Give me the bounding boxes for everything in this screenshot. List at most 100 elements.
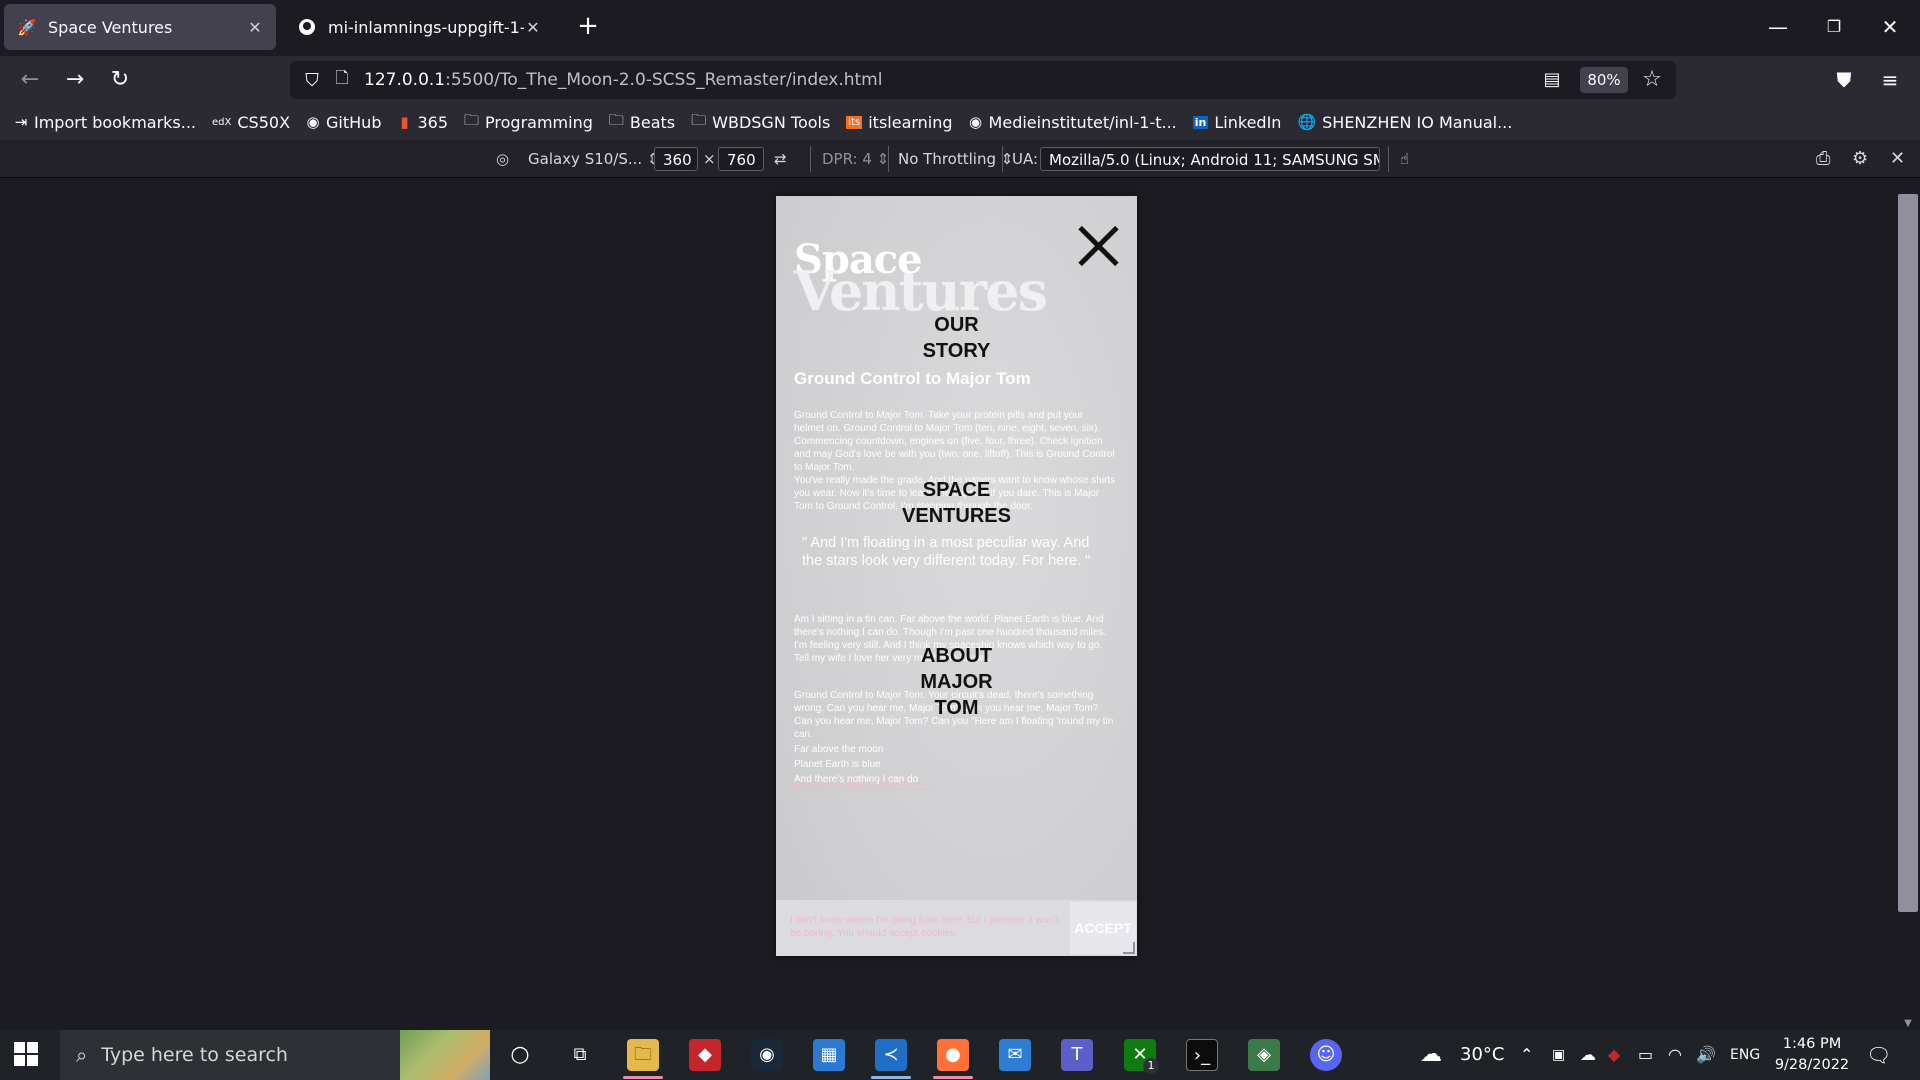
task-view-icon[interactable]: ⧉ bbox=[564, 1039, 596, 1071]
bookmark-programming[interactable]: 🗀 Programming bbox=[464, 110, 593, 135]
bookmark-medieinstitutet[interactable]: ◉ Medieinstitutet/inl-1-t... bbox=[969, 113, 1177, 132]
app-icon-red[interactable]: ◆ bbox=[689, 1039, 721, 1071]
bookmark-365[interactable]: ▮ 365 bbox=[397, 113, 448, 132]
bookmark-star-icon[interactable]: ☆ bbox=[1638, 66, 1666, 94]
onedrive-icon[interactable]: ☁ bbox=[1580, 1030, 1596, 1080]
nav-label: MAJOR bbox=[920, 671, 993, 693]
bookmark-itslearning[interactable]: its itslearning bbox=[846, 113, 953, 132]
show-hidden-icons-icon[interactable]: ⌃ bbox=[1520, 1030, 1533, 1080]
rotate-viewport-icon[interactable]: ⇄ bbox=[774, 147, 787, 171]
throttling-selector[interactable]: No Throttling ⇕ bbox=[898, 147, 1013, 171]
bookmark-github[interactable]: ◉ GitHub bbox=[306, 113, 381, 132]
weather-temperature[interactable]: 30°C bbox=[1460, 1030, 1504, 1080]
menu-icon[interactable]: ≡ bbox=[1874, 64, 1906, 96]
dpr-selector[interactable]: DPR: 4 ⇕ bbox=[822, 147, 889, 171]
firefox-icon[interactable]: ● bbox=[937, 1039, 969, 1071]
page-icon[interactable]: 🗋 bbox=[328, 67, 356, 94]
tab-space-ventures[interactable]: 🚀 Space Ventures ✕ bbox=[4, 4, 276, 50]
tab-title: mi-inlamnings-uppgift-1-Major bbox=[328, 17, 524, 37]
clock[interactable]: 1:46 PM 9/28/2022 bbox=[1774, 1034, 1850, 1076]
reader-view-icon[interactable]: ▤ bbox=[1538, 66, 1566, 94]
bookmark-label: WBDSGN Tools bbox=[712, 112, 831, 132]
screenshot-icon[interactable]: ⎙ bbox=[1816, 147, 1830, 171]
linkedin-icon: in bbox=[1192, 115, 1209, 129]
bookmark-wbdsgn-tools[interactable]: 🗀 WBDSGN Tools bbox=[691, 110, 830, 135]
bookmark-import[interactable]: ⇥ Import bookmarks... bbox=[14, 113, 196, 132]
viewport-height-input[interactable]: 760 bbox=[718, 147, 764, 171]
vertical-scrollbar[interactable]: ▼ bbox=[1898, 186, 1920, 1029]
steam-icon[interactable]: ◉ bbox=[751, 1039, 783, 1071]
bookmark-label: Beats bbox=[629, 112, 676, 132]
address-bar[interactable]: ⛉ 🗋 127.0.0.1:5500/To_The_Moon-2.0-SCSS_… bbox=[290, 61, 1676, 99]
zoom-level[interactable]: 80% bbox=[1580, 67, 1628, 93]
mail-icon[interactable]: ✉ bbox=[999, 1039, 1031, 1071]
nav-label: ABOUT bbox=[920, 645, 993, 667]
forward-button[interactable]: → bbox=[59, 64, 91, 96]
device-selector[interactable]: Galaxy S10/S... ⇕ bbox=[528, 147, 660, 171]
bookmark-label: SHENZHEN IO Manual... bbox=[1322, 112, 1513, 132]
folder-icon: 🗀 bbox=[464, 110, 480, 129]
reload-button[interactable]: ↻ bbox=[104, 64, 136, 96]
wifi-icon[interactable]: ◠ bbox=[1668, 1030, 1682, 1080]
close-menu-icon[interactable] bbox=[1076, 224, 1120, 268]
restore-icon[interactable]: ❐ bbox=[1814, 10, 1854, 44]
windows-start-icon[interactable] bbox=[14, 1042, 38, 1066]
tray-app-icon[interactable]: ◆ bbox=[1608, 1030, 1620, 1080]
paragraph-1: Ground Control to Major Tom. Take your p… bbox=[794, 410, 1115, 473]
read-more-link[interactable]: Read more about Major Tom → bbox=[794, 780, 933, 791]
minimize-icon[interactable]: — bbox=[1758, 10, 1798, 44]
page-heading: Ground Control to Major Tom bbox=[794, 369, 1031, 388]
pocket-icon[interactable]: ⛊ bbox=[1828, 64, 1860, 96]
dpr-value: DPR: 4 bbox=[822, 150, 872, 168]
battery-icon[interactable]: ▭ bbox=[1638, 1030, 1653, 1080]
url-text[interactable]: 127.0.0.1:5500/To_The_Moon-2.0-SCSS_Rema… bbox=[364, 70, 882, 90]
scroll-down-icon[interactable]: ▼ bbox=[1898, 1018, 1918, 1029]
settings-icon[interactable]: ⚙ bbox=[1852, 147, 1868, 171]
terminal-icon[interactable]: ›_ bbox=[1186, 1039, 1218, 1071]
scrollbar-thumb[interactable] bbox=[1898, 194, 1918, 912]
microsoft-store-icon[interactable]: ▦ bbox=[813, 1039, 845, 1071]
file-explorer-icon[interactable]: 🗀 bbox=[627, 1039, 659, 1071]
back-button[interactable]: ← bbox=[14, 64, 46, 96]
nav-about-major-tom[interactable]: ABOUT MAJOR TOM bbox=[776, 643, 1137, 721]
bookmark-beats[interactable]: 🗀 Beats bbox=[609, 110, 675, 135]
bookmark-label: Import bookmarks... bbox=[34, 112, 197, 132]
close-rdm-icon[interactable]: ✕ bbox=[1890, 147, 1905, 171]
folder-icon: 🗀 bbox=[691, 110, 707, 129]
teams-icon[interactable]: T bbox=[1061, 1039, 1093, 1071]
close-tab-icon[interactable]: ✕ bbox=[524, 18, 542, 37]
close-tab-icon[interactable]: ✕ bbox=[246, 18, 264, 37]
xbox-badge: 1 bbox=[1143, 1058, 1159, 1074]
site-logo[interactable]: Space Ventures bbox=[794, 240, 1048, 319]
nav-space-ventures[interactable]: SPACE VENTURES bbox=[776, 477, 1137, 529]
search-icon: ⌕ bbox=[76, 1043, 88, 1067]
weather-icon[interactable]: ☁ bbox=[1420, 1030, 1442, 1080]
taskbar-search[interactable]: ⌕ Type here to search bbox=[60, 1030, 490, 1080]
device-name: Galaxy S10/S... bbox=[528, 150, 643, 168]
quote-block: " And I'm floating in a most peculiar wa… bbox=[802, 535, 1091, 569]
user-agent-input[interactable]: Mozilla/5.0 (Linux; Android 11; SAMSUNG … bbox=[1040, 147, 1380, 171]
discord-icon[interactable]: ☺ bbox=[1310, 1039, 1342, 1071]
bookmark-linkedin[interactable]: in LinkedIn bbox=[1192, 112, 1282, 132]
cortana-icon[interactable]: ○ bbox=[504, 1039, 536, 1071]
new-tab-button[interactable]: + bbox=[574, 12, 602, 42]
volume-icon[interactable]: 🔊 bbox=[1696, 1030, 1716, 1080]
touch-simulation-icon[interactable]: ☝ bbox=[1400, 147, 1409, 171]
language-indicator[interactable]: ENG bbox=[1730, 1030, 1760, 1080]
close-window-icon[interactable]: ✕ bbox=[1870, 10, 1910, 44]
notifications-icon[interactable]: 🗨 bbox=[1866, 1030, 1891, 1080]
bookmark-cs50x[interactable]: edX CS50X bbox=[212, 113, 290, 132]
vscode-icon[interactable]: ≺ bbox=[875, 1039, 907, 1071]
git-icon[interactable]: ◈ bbox=[1248, 1039, 1280, 1071]
github-icon bbox=[296, 16, 318, 38]
resize-handle-icon[interactable] bbox=[1123, 942, 1135, 954]
tab-github[interactable]: mi-inlamnings-uppgift-1-Major ✕ bbox=[284, 4, 554, 50]
cookie-banner: I don't know where I'm going from here, … bbox=[776, 900, 1137, 956]
meet-now-icon[interactable]: ▣ bbox=[1552, 1030, 1565, 1080]
bookmark-label: LinkedIn bbox=[1214, 112, 1282, 132]
nav-label: STORY bbox=[922, 340, 991, 362]
tracking-shield-icon[interactable]: ⛉ bbox=[296, 70, 328, 91]
viewport-width-input[interactable]: 360 bbox=[654, 147, 698, 171]
nav-our-story[interactable]: OUR STORY bbox=[776, 312, 1137, 364]
bookmark-shenzhen[interactable]: 🌐 SHENZHEN IO Manual... bbox=[1297, 113, 1512, 132]
